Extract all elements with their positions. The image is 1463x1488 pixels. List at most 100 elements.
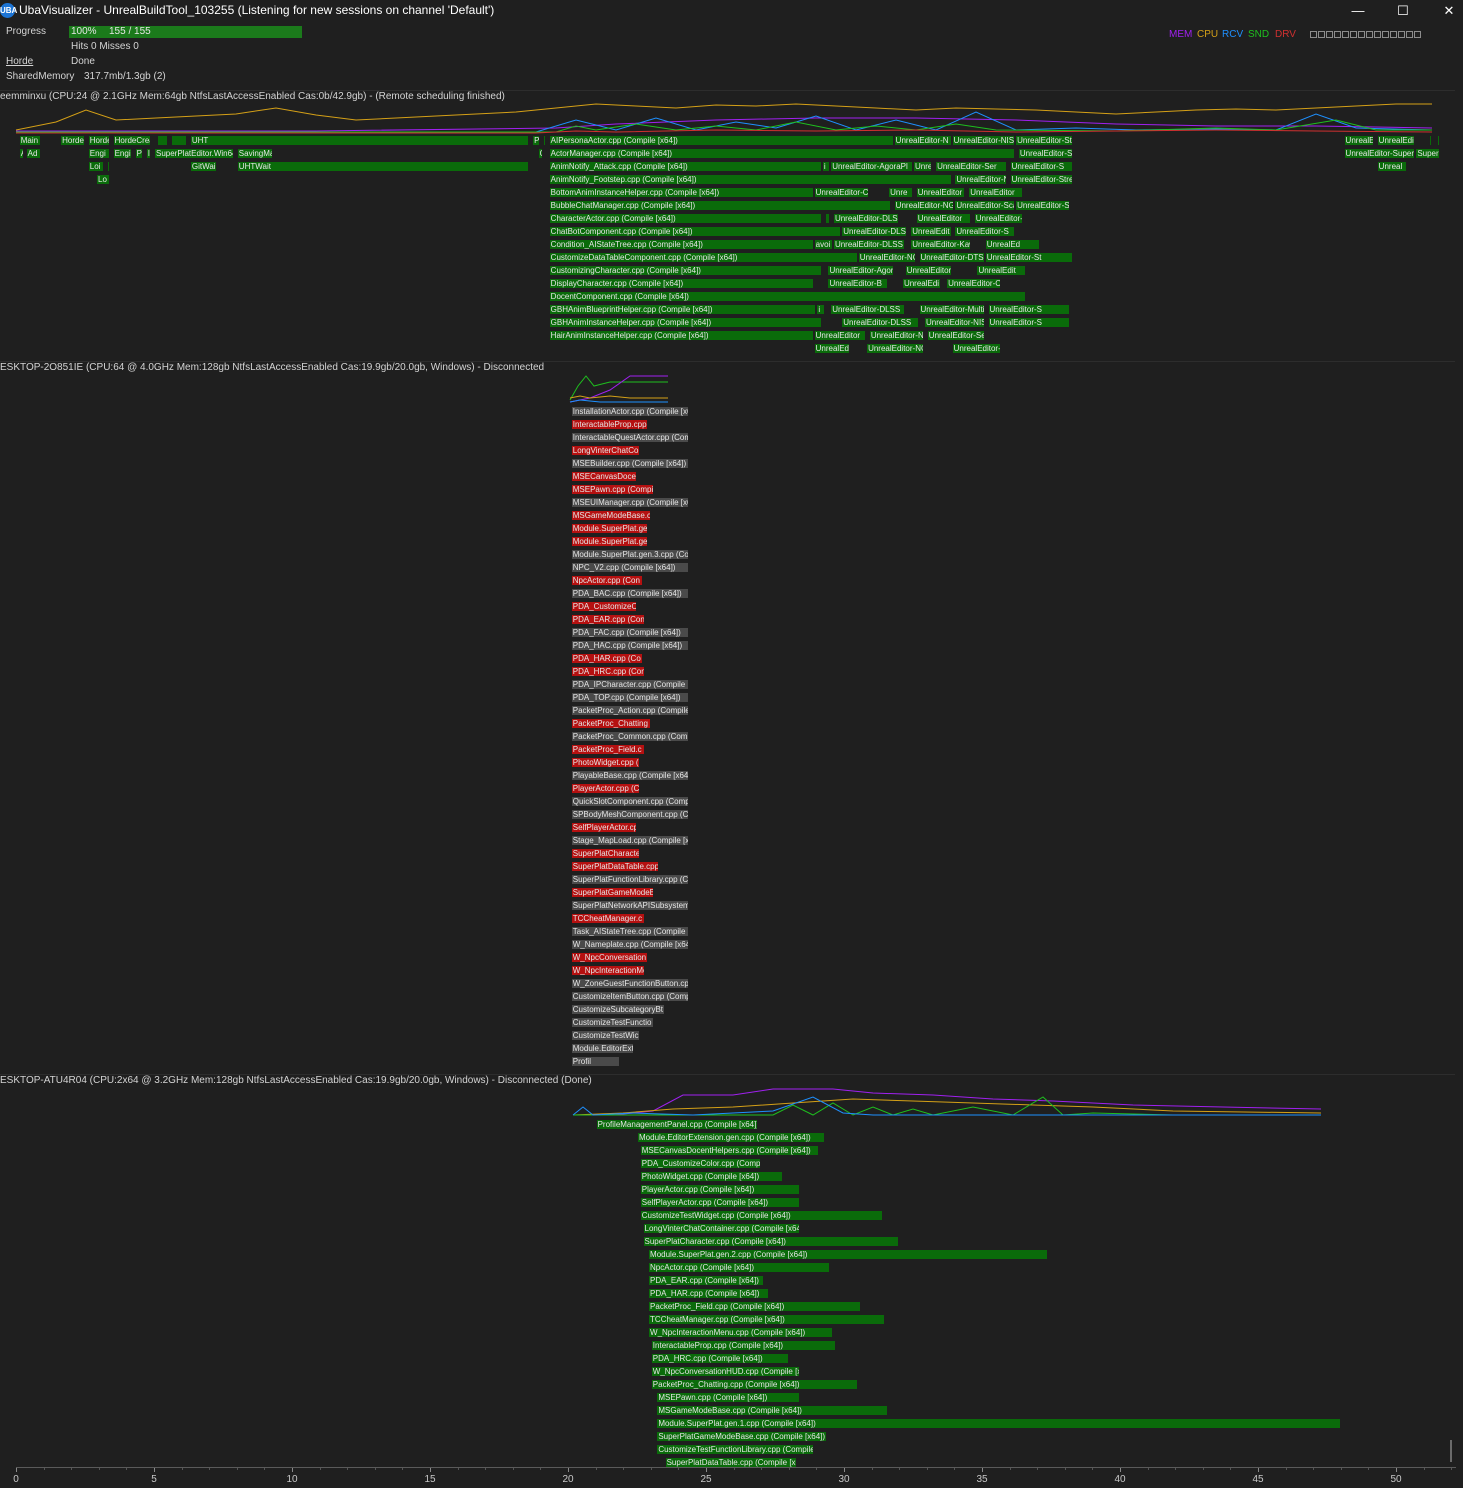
- process-bar[interactable]: i: [821, 161, 831, 172]
- view-toggle-box[interactable]: [1406, 31, 1413, 38]
- process-bar[interactable]: PacketProc_Field.c: [570, 744, 646, 755]
- legend-rcv[interactable]: RCV: [1222, 29, 1243, 40]
- process-bar[interactable]: Loi: [87, 161, 105, 172]
- process-bar[interactable]: Module.EditorExt: [570, 1043, 635, 1054]
- process-bar[interactable]: A: [18, 148, 25, 159]
- process-bar[interactable]: UnrealEditor-Ga: [904, 265, 952, 276]
- session-header-2[interactable]: ESKTOP-2O851IE (CPU:64 @ 4.0GHz Mem:128g…: [0, 362, 544, 373]
- process-bar[interactable]: Module.SuperPlat.ge: [570, 536, 649, 547]
- process-bar[interactable]: MSECanvasDoce: [570, 471, 637, 482]
- process-bar[interactable]: PacketProc_Common.cpp (Compile [x64]): [570, 731, 690, 742]
- process-bar[interactable]: W_NpcConversation: [570, 952, 649, 963]
- process-bar[interactable]: NPC_V2.cpp (Compile [x64]): [570, 562, 690, 573]
- view-toggle-box[interactable]: [1310, 31, 1317, 38]
- process-bar[interactable]: SuperPlatCharacter.cpp (Compile [x64]): [642, 1236, 900, 1247]
- process-bar[interactable]: CustomizingCharacter.cpp (Compile [x64]): [548, 265, 822, 276]
- process-bar[interactable]: SuperPlatDataTable.cpp: [570, 861, 660, 872]
- process-bar[interactable]: LongVinterChatCo: [570, 445, 640, 456]
- process-bar[interactable]: PDA_FAC.cpp (Compile [x64]): [570, 627, 690, 638]
- process-bar[interactable]: PacketProc_Chatting.cpp (Compile [x64]): [650, 1379, 858, 1390]
- process-bar[interactable]: UnrealEditor-DLSS: [832, 239, 905, 250]
- process-bar[interactable]: CustomizeSubcategoryBt: [570, 1004, 665, 1015]
- process-bar[interactable]: UHT: [189, 135, 530, 146]
- process-bar[interactable]: GBHAnimInstanceHelper.cpp (Compile [x64]…: [548, 317, 822, 328]
- process-bar[interactable]: PhotoWidget.cpp (Compile [x64]): [639, 1171, 784, 1182]
- process-bar[interactable]: PlayerActor.cpp (Compile [x64]): [639, 1184, 800, 1195]
- process-bar[interactable]: InteractableProp.cpp: [570, 419, 649, 430]
- view-toggle-box[interactable]: [1350, 31, 1357, 38]
- process-bar[interactable]: Horde: [60, 135, 85, 146]
- process-bar[interactable]: NpcActor.cpp (Con: [570, 575, 643, 586]
- process-bar[interactable]: UnrealEditor-MultiV: [918, 304, 985, 315]
- process-bar[interactable]: Engi: [87, 148, 110, 159]
- process-bar[interactable]: Unre: [888, 187, 913, 198]
- process-bar[interactable]: UnrealEditor-Super: [1343, 148, 1416, 159]
- process-bar[interactable]: i: [816, 304, 825, 315]
- view-toggle-box[interactable]: [1390, 31, 1397, 38]
- process-bar[interactable]: I: [145, 148, 152, 159]
- process-bar[interactable]: BottomAnimInstanceHelper.cpp (Compile [x…: [548, 187, 814, 198]
- process-bar[interactable]: CustomizeTestWic: [570, 1030, 640, 1041]
- process-bar[interactable]: UnrealE: [1343, 135, 1374, 146]
- process-bar[interactable]: UnrealEditor-NG: [866, 343, 925, 354]
- process-bar[interactable]: [170, 135, 188, 146]
- process-bar[interactable]: SuperPlatFunctionLibrary.cpp (Compile [x…: [570, 874, 690, 885]
- process-bar[interactable]: PDA_IPCharacter.cpp (Compile [x64]): [570, 679, 690, 690]
- process-bar[interactable]: Main: [18, 135, 41, 146]
- process-bar[interactable]: AnimNotify_Attack.cpp (Compile [x64]): [548, 161, 822, 172]
- process-bar[interactable]: UnrealEditor-B: [827, 278, 889, 289]
- process-bar[interactable]: UnrealEditor-DLS: [832, 213, 900, 224]
- process-bar[interactable]: PacketProc_Field.cpp (Compile [x64]): [648, 1301, 861, 1312]
- process-bar[interactable]: SuperPlatGameModeBase.cpp (Compile [x64]…: [656, 1431, 828, 1442]
- process-bar[interactable]: UnrealEditor: [915, 187, 966, 198]
- process-bar[interactable]: TCCheatManager.c: [570, 913, 646, 924]
- process-bar[interactable]: UnrealEditor-S: [1009, 161, 1074, 172]
- process-bar[interactable]: BubbleChatManager.cpp (Compile [x64]): [548, 200, 891, 211]
- process-bar[interactable]: UnrealEditor: [813, 330, 867, 341]
- process-bar[interactable]: UnrealEditor-S: [1017, 148, 1074, 159]
- process-bar[interactable]: Module.SuperPlat.gen.1.cpp (Compile [x64…: [656, 1418, 1341, 1429]
- process-bar[interactable]: MSEPawn.cpp (Compi: [570, 484, 654, 495]
- legend-drv[interactable]: DRV: [1275, 29, 1296, 40]
- process-bar[interactable]: W_NpcInteractionMe: [570, 965, 646, 976]
- process-bar[interactable]: UnrealEdit: [976, 265, 1027, 276]
- process-bar[interactable]: PDA_CustomizeC: [570, 601, 637, 612]
- process-bar[interactable]: AIPersonaActor.cpp (Compile [x64]): [548, 135, 894, 146]
- process-bar[interactable]: DisplayCharacter.cpp (Compile [x64]): [548, 278, 814, 289]
- process-bar[interactable]: Condition_AIStateTree.cpp (Compile [x64]…: [548, 239, 814, 250]
- process-bar[interactable]: W_NpcInteractionMenu.cpp (Compile [x64]): [648, 1327, 833, 1338]
- process-bar[interactable]: UnrealEdi: [1376, 135, 1416, 146]
- view-toggle-box[interactable]: [1358, 31, 1365, 38]
- process-bar[interactable]: UnrealEditor-Stre: [1009, 174, 1074, 185]
- process-bar[interactable]: LongVinterChatContainer.cpp (Compile [x6…: [642, 1223, 800, 1234]
- process-bar[interactable]: UnrealEditor-St: [984, 252, 1074, 263]
- view-toggle-box[interactable]: [1374, 31, 1381, 38]
- session-header-3[interactable]: ESKTOP-ATU4R04 (CPU:2x64 @ 3.2GHz Mem:12…: [0, 1075, 592, 1086]
- process-bar[interactable]: UnrealEdi: [901, 278, 941, 289]
- process-bar[interactable]: UnrealEditor-NIS: [951, 135, 1016, 146]
- view-toggle-box[interactable]: [1398, 31, 1405, 38]
- view-toggle-box[interactable]: [1382, 31, 1389, 38]
- process-bar[interactable]: [107, 161, 111, 172]
- process-bar[interactable]: UnrealEditor-DLSS: [830, 304, 905, 315]
- process-bar[interactable]: UnrealEditor-Kaw: [910, 239, 971, 250]
- process-bar[interactable]: HordeCrea: [112, 135, 152, 146]
- process-bar[interactable]: InteractableQuestActor.cpp (Compile [x64…: [570, 432, 690, 443]
- process-bar[interactable]: Engi: [112, 148, 132, 159]
- process-bar[interactable]: PDA_EAR.cpp (Compile [x64]): [648, 1275, 764, 1286]
- process-bar[interactable]: UnrealEditor-NIS: [954, 174, 1007, 185]
- process-bar[interactable]: QuickSlotComponent.cpp (Compile [x64]): [570, 796, 690, 807]
- process-bar[interactable]: Lo: [96, 174, 110, 185]
- process-bar[interactable]: W_ZoneGuestFunctionButton.cpp: [570, 978, 690, 989]
- process-bar[interactable]: UnrealEditor-: [973, 213, 1024, 224]
- legend-snd[interactable]: SND: [1248, 29, 1269, 40]
- process-bar[interactable]: CustomizeItemButton.cpp (Compile [x64]): [570, 991, 690, 1002]
- process-bar[interactable]: NpcActor.cpp (Compile [x64]): [648, 1262, 831, 1273]
- view-toggle-box[interactable]: [1366, 31, 1373, 38]
- process-bar[interactable]: MSECanvasDocentHelpers.cpp (Compile [x64…: [639, 1145, 820, 1156]
- process-bar[interactable]: ChatBotComponent.cpp (Compile [x64]): [548, 226, 842, 237]
- process-bar[interactable]: CustomizeTestFunctionLibrary.cpp (Compil…: [656, 1444, 814, 1455]
- process-bar[interactable]: DocentComponent.cpp (Compile [x64]): [548, 291, 1027, 302]
- process-bar[interactable]: CustomizeDataTableComponent.cpp (Compile…: [548, 252, 858, 263]
- process-bar[interactable]: HairAnimInstanceHelper.cpp (Compile [x64…: [548, 330, 814, 341]
